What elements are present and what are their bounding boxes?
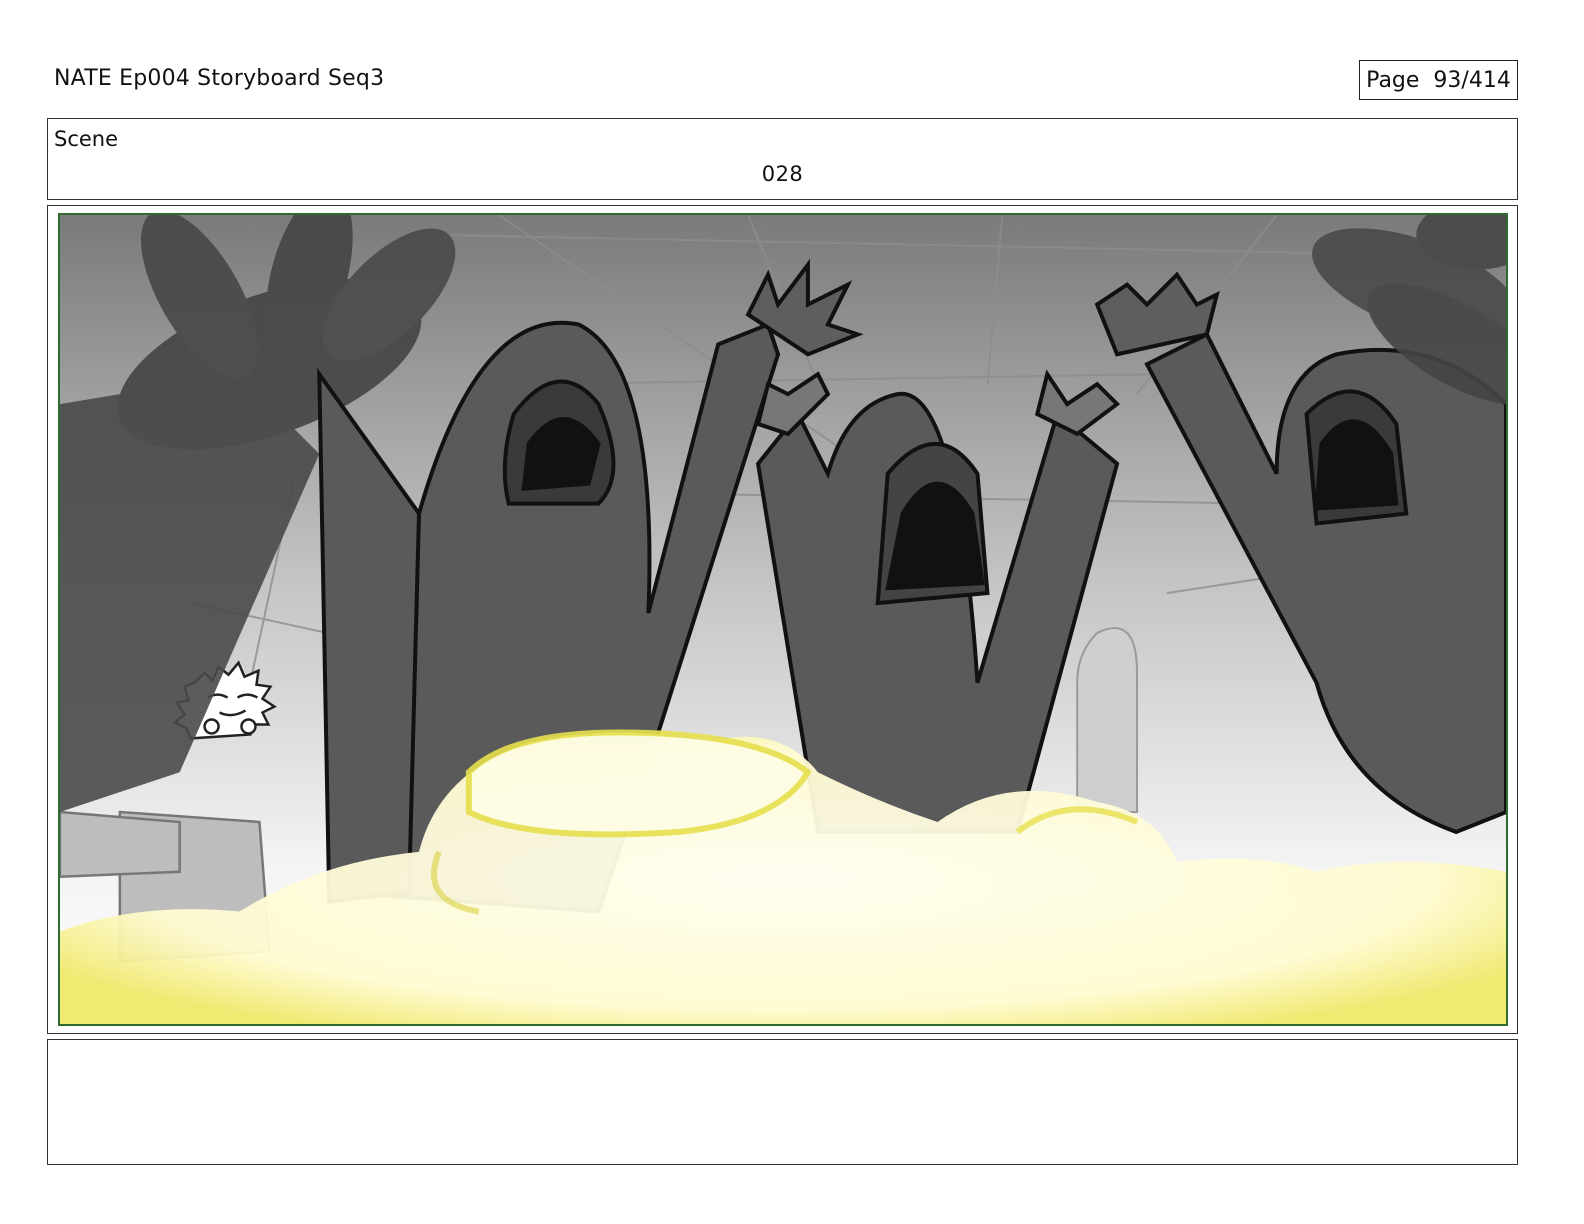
scene-header-box: Scene 028 bbox=[47, 118, 1518, 200]
page-counter: Page 93/414 bbox=[1359, 60, 1518, 100]
pipe-sketch bbox=[1076, 627, 1139, 814]
scene-label: Scene bbox=[54, 127, 119, 151]
scene-number: 028 bbox=[761, 162, 804, 186]
storyboard-panel-image bbox=[58, 213, 1508, 1026]
panel-drawing bbox=[60, 215, 1506, 1024]
document-title: NATE Ep004 Storyboard Seq3 bbox=[54, 66, 385, 91]
notes-box bbox=[47, 1039, 1518, 1165]
